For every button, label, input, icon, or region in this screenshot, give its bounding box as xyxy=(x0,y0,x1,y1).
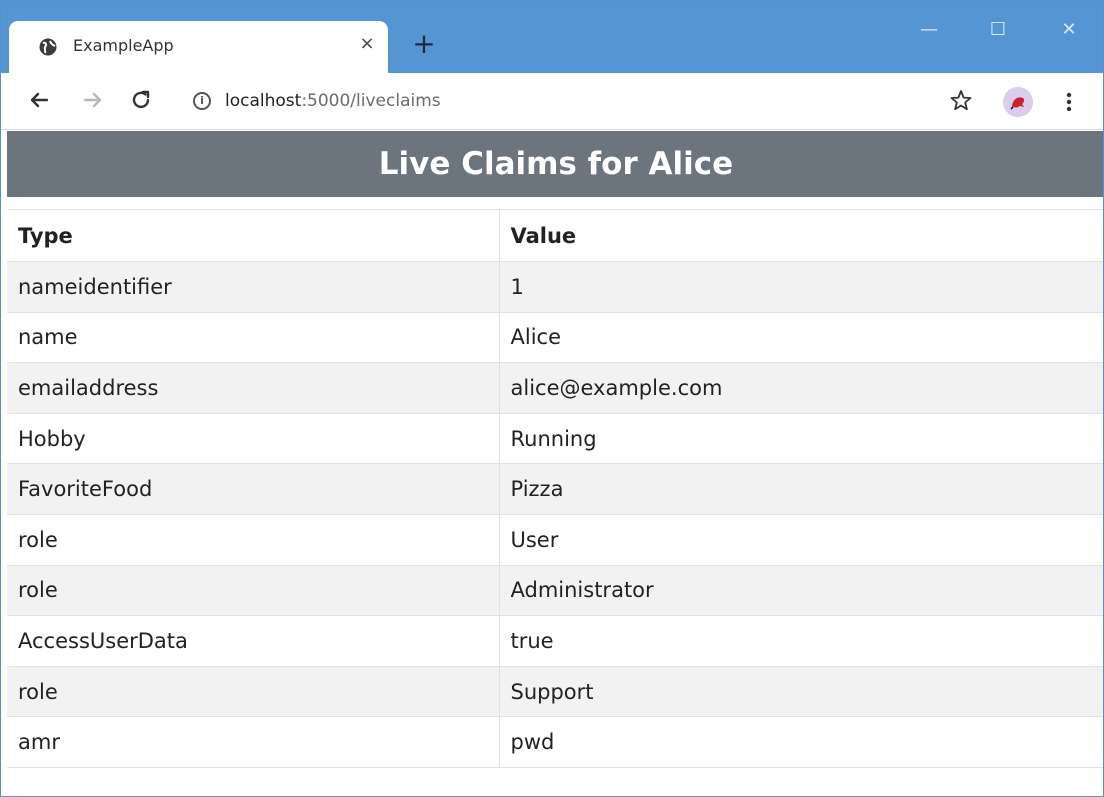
claim-type: AccessUserData xyxy=(7,615,500,667)
claim-value: Support xyxy=(499,665,1103,718)
more-menu-icon[interactable] xyxy=(1059,87,1079,117)
table-row: AccessUserData true xyxy=(7,615,1103,667)
maximize-button[interactable]: ☐ xyxy=(982,15,1014,45)
claim-type: nameidentifier xyxy=(7,261,500,313)
globe-icon xyxy=(39,38,57,56)
minimize-button[interactable]: — xyxy=(913,15,945,45)
claims-table: Type Value nameidentifier 1 name Alice e… xyxy=(7,209,1103,768)
page-title: Live Claims for Alice xyxy=(7,131,1103,197)
claim-type: role xyxy=(7,513,500,566)
claim-type: amr xyxy=(7,716,500,768)
url-text[interactable]: localhost:5000/liveclaims xyxy=(225,91,441,111)
claim-value: 1 xyxy=(499,261,1103,313)
browser-window: ExampleApp × + — ☐ ✕ i localhost:5000/li… xyxy=(0,0,1104,797)
url-host: localhost xyxy=(225,91,302,111)
reload-icon[interactable] xyxy=(127,86,155,114)
claim-value: User xyxy=(499,513,1103,566)
address-bar[interactable]: i localhost:5000/liveclaims xyxy=(175,81,995,121)
claim-type: name xyxy=(7,311,500,364)
claim-type: role xyxy=(7,665,500,718)
forward-arrow-icon[interactable] xyxy=(79,86,107,114)
info-icon[interactable]: i xyxy=(193,92,211,110)
browser-toolbar: i localhost:5000/liveclaims xyxy=(1,73,1103,130)
claim-value: alice@example.com xyxy=(499,362,1103,414)
claim-type: emailaddress xyxy=(7,362,500,414)
table-row: nameidentifier 1 xyxy=(7,261,1103,313)
claim-value: Administrator xyxy=(499,564,1103,617)
back-arrow-icon[interactable] xyxy=(25,86,53,114)
claim-value: Pizza xyxy=(499,463,1103,515)
url-path: :5000/liveclaims xyxy=(301,91,441,111)
tab-close-icon[interactable]: × xyxy=(358,35,376,53)
column-header-type: Type xyxy=(7,209,500,262)
table-row: role Administrator xyxy=(7,564,1103,617)
claim-type: Hobby xyxy=(7,412,500,465)
claim-type: role xyxy=(7,564,500,617)
table-header-row: Type Value xyxy=(7,209,1103,262)
claim-value: Running xyxy=(499,412,1103,465)
title-bar: ExampleApp × + — ☐ ✕ xyxy=(1,1,1103,73)
table-row: role Support xyxy=(7,665,1103,718)
claim-type: FavoriteFood xyxy=(7,463,500,515)
table-row: role User xyxy=(7,513,1103,566)
avatar[interactable] xyxy=(1003,87,1033,117)
new-tab-button[interactable]: + xyxy=(411,30,437,58)
close-window-button[interactable]: ✕ xyxy=(1053,15,1085,45)
table-row: Hobby Running xyxy=(7,412,1103,465)
table-row: FavoriteFood Pizza xyxy=(7,463,1103,515)
claim-value: pwd xyxy=(499,716,1103,768)
browser-tab[interactable]: ExampleApp × xyxy=(9,21,388,73)
table-row: emailaddress alice@example.com xyxy=(7,362,1103,414)
claim-value: Alice xyxy=(499,311,1103,364)
table-row: amr pwd xyxy=(7,716,1103,768)
table-row: name Alice xyxy=(7,311,1103,364)
star-icon[interactable] xyxy=(947,87,975,115)
tab-title: ExampleApp xyxy=(73,36,174,55)
claim-value: true xyxy=(499,615,1103,667)
column-header-value: Value xyxy=(499,209,1103,262)
